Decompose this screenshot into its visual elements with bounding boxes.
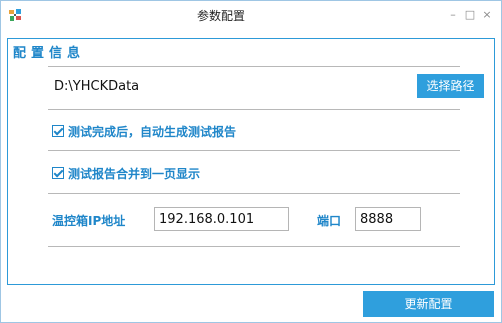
minimize-button[interactable]: – (446, 8, 460, 22)
divider (48, 150, 460, 151)
window-title: 参数配置 (196, 9, 245, 23)
auto-report-checkbox[interactable] (52, 125, 64, 137)
close-button[interactable]: × (480, 8, 494, 22)
config-panel: 配置信息 D:\YHCKData 选择路径 测试完成后，自动生成测试报告 测试报… (7, 38, 495, 285)
title-bar[interactable]: 参数配置 – □ × (1, 1, 501, 31)
merge-report-checkbox-row[interactable]: 测试报告合并到一页显示 (52, 164, 200, 182)
merge-report-checkbox[interactable] (52, 167, 64, 179)
ip-input[interactable] (154, 207, 289, 231)
divider (48, 193, 460, 194)
divider (48, 246, 460, 247)
divider (48, 66, 460, 67)
maximize-button[interactable]: □ (463, 8, 477, 22)
settings-window: 参数配置 – □ × 配置信息 D:\YHCKData 选择路径 测试完成后，自… (0, 0, 502, 323)
update-config-button[interactable]: 更新配置 (363, 291, 494, 317)
merge-report-label: 测试报告合并到一页显示 (68, 166, 201, 181)
choose-path-button[interactable]: 选择路径 (417, 74, 484, 98)
auto-report-label: 测试完成后，自动生成测试报告 (68, 124, 237, 139)
divider (48, 109, 460, 110)
auto-report-checkbox-row[interactable]: 测试完成后，自动生成测试报告 (52, 122, 236, 140)
port-input[interactable] (355, 207, 421, 231)
data-path-value: D:\YHCKData (54, 79, 140, 94)
port-label: 端口 (317, 214, 342, 228)
ip-label: 温控箱IP地址 (52, 214, 126, 228)
panel-title: 配置信息 (13, 46, 86, 61)
